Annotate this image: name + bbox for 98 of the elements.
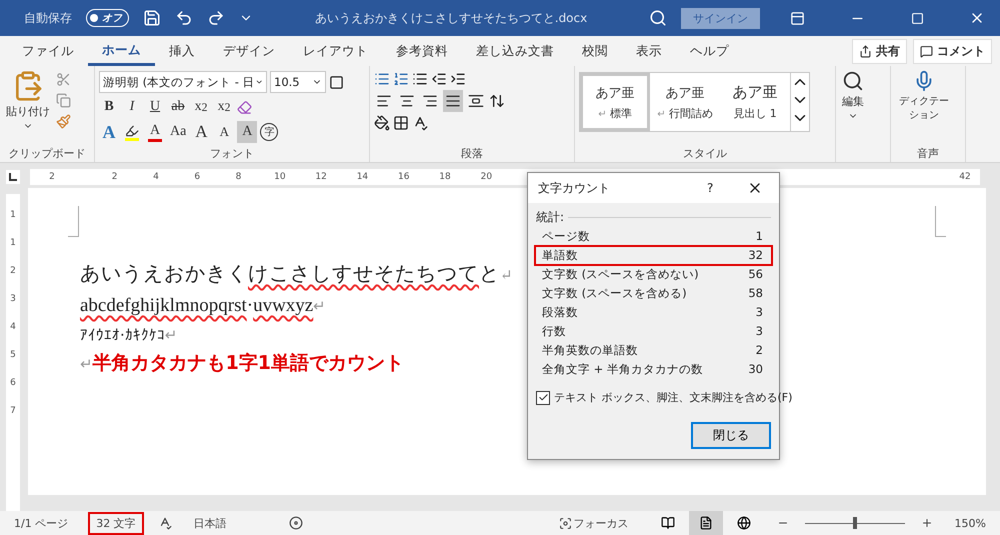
statistic-row-text: ページ数 1 [541,228,764,245]
alignment-icon [445,93,461,109]
share-button[interactable]: 共有 [852,38,907,64]
document-paragraph: ↵半角カタカナも1字1単語でカウント [80,350,404,376]
zoom-level[interactable]: 150% [948,514,992,532]
enclose-character-button[interactable]: 字 [260,123,278,141]
shrink-font-button[interactable]: A [214,121,234,143]
tab-stop-icon [9,173,17,181]
focus-icon [558,516,572,530]
ribbon-tab[interactable]: 差し込み文書 [462,38,568,64]
character-border-icon[interactable] [329,74,344,90]
tab-selector[interactable] [6,170,20,184]
autosave-label: 自動保存 [24,10,72,26]
maximize-icon[interactable] [910,12,924,24]
vertical-ruler: 1 1 2 3 4 5 6 7 [6,194,20,511]
text-effect-button[interactable]: A [99,121,119,143]
cut-icon[interactable] [56,72,71,87]
change-case-button[interactable]: Aa [168,121,188,143]
word-count[interactable]: 32 文字 [90,514,142,532]
page-count: 1/1 ページ [13,516,70,532]
ribbon-display-icon[interactable] [790,10,804,26]
alignment-icon [468,93,484,109]
bullets-icon[interactable] [374,71,390,87]
increase-indent-icon[interactable] [450,71,466,87]
comment-button[interactable]: コメント [913,38,992,64]
statistic-row-text: 半角英数の単語数 2 [541,342,764,359]
autosave-toggle[interactable]: オフ [86,9,129,27]
view-button[interactable] [688,511,723,535]
borders-icon[interactable] [393,115,409,131]
view-icon [698,516,713,530]
margin-corner-mark [935,206,946,237]
multilevel-list-icon[interactable] [412,71,428,87]
view-icon [660,516,675,530]
paste-button[interactable]: 貼り付け [4,68,52,146]
document-paragraph: ｱｲｳｴｵ·ｶｷｸｹｺ↵ [80,324,178,345]
search-icon[interactable] [649,9,667,27]
shading-icon[interactable] [374,115,390,131]
group-label: 段落 [460,146,484,162]
checkbox-label: テキスト ボックス、脚注、文末脚注を含める(F) [554,390,792,405]
group-label: 音声 [916,146,940,162]
grow-font-button[interactable]: A [191,121,212,143]
numbering-icon[interactable] [393,71,409,87]
format-button[interactable]: ab [168,96,188,118]
format-painter-icon[interactable] [56,114,71,129]
ribbon-tab[interactable]: 参考資料 [382,38,462,64]
margin-corner-mark [68,206,79,237]
statistic-row-text: 行数 3 [541,323,764,340]
ribbon-tab[interactable]: ファイル [8,38,88,64]
format-button[interactable]: U [145,96,165,118]
focus-button[interactable]: フォーカス [552,514,635,532]
undo-icon[interactable] [175,9,193,27]
window-title: あいうえおかきくけこさしすせそたちつてと.docx [314,10,588,26]
ribbon-tab[interactable]: 表示 [622,38,676,64]
alignment-icon [399,93,415,109]
check-icon [538,392,548,403]
line-spacing-icon[interactable] [489,93,505,109]
highlighter-icon [125,124,139,138]
group-label: フォント [209,146,255,162]
statistic-row-text: 文字数 (スペースを含める) 58 [541,285,764,302]
statistic-row-text: 段落数 3 [541,304,764,321]
statistic-row-text: 全角文字 + 半角カタカナの数 30 [541,361,764,378]
dictate-button[interactable]: ディクテーション [895,68,953,146]
checkbox[interactable] [536,390,550,404]
zoom-in-icon[interactable] [920,517,933,529]
font-name-field[interactable]: 游明朝 (本文のフォント - 日 [99,71,267,93]
document-paragraph: あいうえおかきく けこさしすせそたちつて と↵ [80,260,514,287]
group-label: スタイル [682,146,728,162]
ribbon-tab[interactable]: デザイン [209,38,289,64]
ribbon-tab[interactable]: 挿入 [155,38,209,64]
save-icon[interactable] [143,9,161,27]
format-button[interactable]: B [99,96,119,118]
ribbon-tab[interactable]: ヘルプ [676,38,743,64]
alignment-icon [422,93,438,109]
font-size-field[interactable]: 10.5 [270,71,326,93]
character-shading-button[interactable]: A [237,121,258,143]
comment-icon [920,44,933,58]
copy-icon[interactable] [56,93,71,108]
close-button[interactable]: 閉じる [691,422,771,449]
clear-formatting-icon[interactable] [237,100,252,114]
statistic-row: 単語数 32 [536,247,771,264]
font-color-button[interactable]: A [145,121,165,143]
style-item[interactable]: あア亜 ↵ 標準 [580,73,650,131]
ribbon-tab[interactable]: 校閲 [568,38,622,64]
decrease-indent-icon[interactable] [431,71,447,87]
editing-button[interactable]: 編集 [840,68,866,146]
share-icon [859,44,872,58]
group-label: クリップボード [8,146,86,162]
redo-icon[interactable] [207,9,225,27]
search-icon [842,70,864,92]
align-button[interactable] [443,90,463,112]
alignment-icon [376,93,392,109]
section-label: 統計: [536,209,564,226]
ribbon-tab[interactable]: レイアウト [289,38,382,64]
document-paragraph: abcdefghijklmnopqrst·uvwxyz↵ [80,294,326,318]
language-label[interactable]: 日本語 [188,514,233,532]
view-icon [736,516,751,530]
format-button[interactable]: I [122,96,142,118]
statistic-row-text: 文字数 (スペースを含めない) 56 [541,266,764,283]
